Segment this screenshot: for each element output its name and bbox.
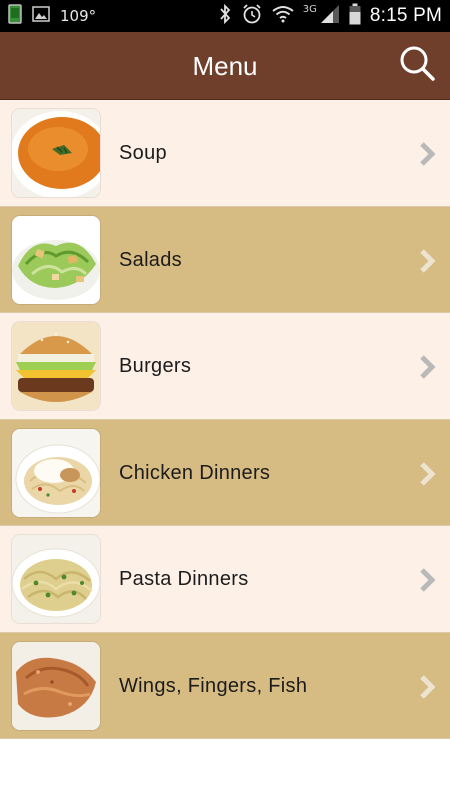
image-icon [32, 5, 50, 27]
chevron-right-icon [418, 460, 438, 488]
menu-item-pasta-dinners[interactable]: Pasta Dinners [0, 526, 450, 633]
menu-list: Soup Salads Burgers Chicken Dinners Past… [0, 100, 450, 739]
alarm-icon [241, 3, 263, 30]
menu-item-chicken-dinners[interactable]: Chicken Dinners [0, 419, 450, 526]
sim-icon [8, 3, 22, 29]
chevron-right-icon [418, 247, 438, 275]
chevron-right-icon [418, 140, 438, 168]
page-title: Menu [192, 51, 258, 81]
signal-icon [320, 4, 340, 29]
pasta-dinners-thumbnail [12, 535, 100, 623]
menu-item-soup[interactable]: Soup [0, 100, 450, 207]
chevron-right-icon [418, 673, 438, 701]
menu-item-label: Wings, Fingers, Fish [119, 674, 308, 697]
menu-item-wings-fingers-fish[interactable]: Wings, Fingers, Fish [0, 632, 450, 739]
app-header: Menu [0, 32, 450, 100]
search-icon [397, 43, 437, 88]
menu-item-label: Pasta Dinners [119, 568, 249, 590]
burgers-thumbnail [12, 322, 100, 410]
salads-thumbnail [12, 215, 100, 304]
menu-item-burgers[interactable]: Burgers [0, 313, 450, 420]
chevron-right-icon [418, 353, 438, 381]
temperature-text: 109° [60, 7, 97, 25]
menu-item-label: Salads [119, 248, 182, 271]
status-bar: 109° 3G 8:15 PM [0, 0, 450, 32]
wifi-icon [272, 5, 294, 28]
network-type-text: 3G [302, 3, 317, 15]
search-button[interactable] [394, 42, 440, 88]
clock-text: 8:15 PM [369, 5, 442, 26]
menu-item-label: Burgers [119, 355, 192, 377]
battery-icon [349, 3, 361, 30]
chevron-right-icon [418, 566, 438, 594]
menu-item-salads[interactable]: Salads [0, 206, 450, 313]
bluetooth-icon [218, 3, 232, 29]
menu-item-label: Soup [119, 142, 167, 164]
soup-thumbnail [12, 109, 100, 197]
chicken-dinners-thumbnail [12, 428, 100, 517]
wings-fingers-fish-thumbnail [12, 641, 100, 730]
menu-item-label: Chicken Dinners [119, 461, 271, 484]
